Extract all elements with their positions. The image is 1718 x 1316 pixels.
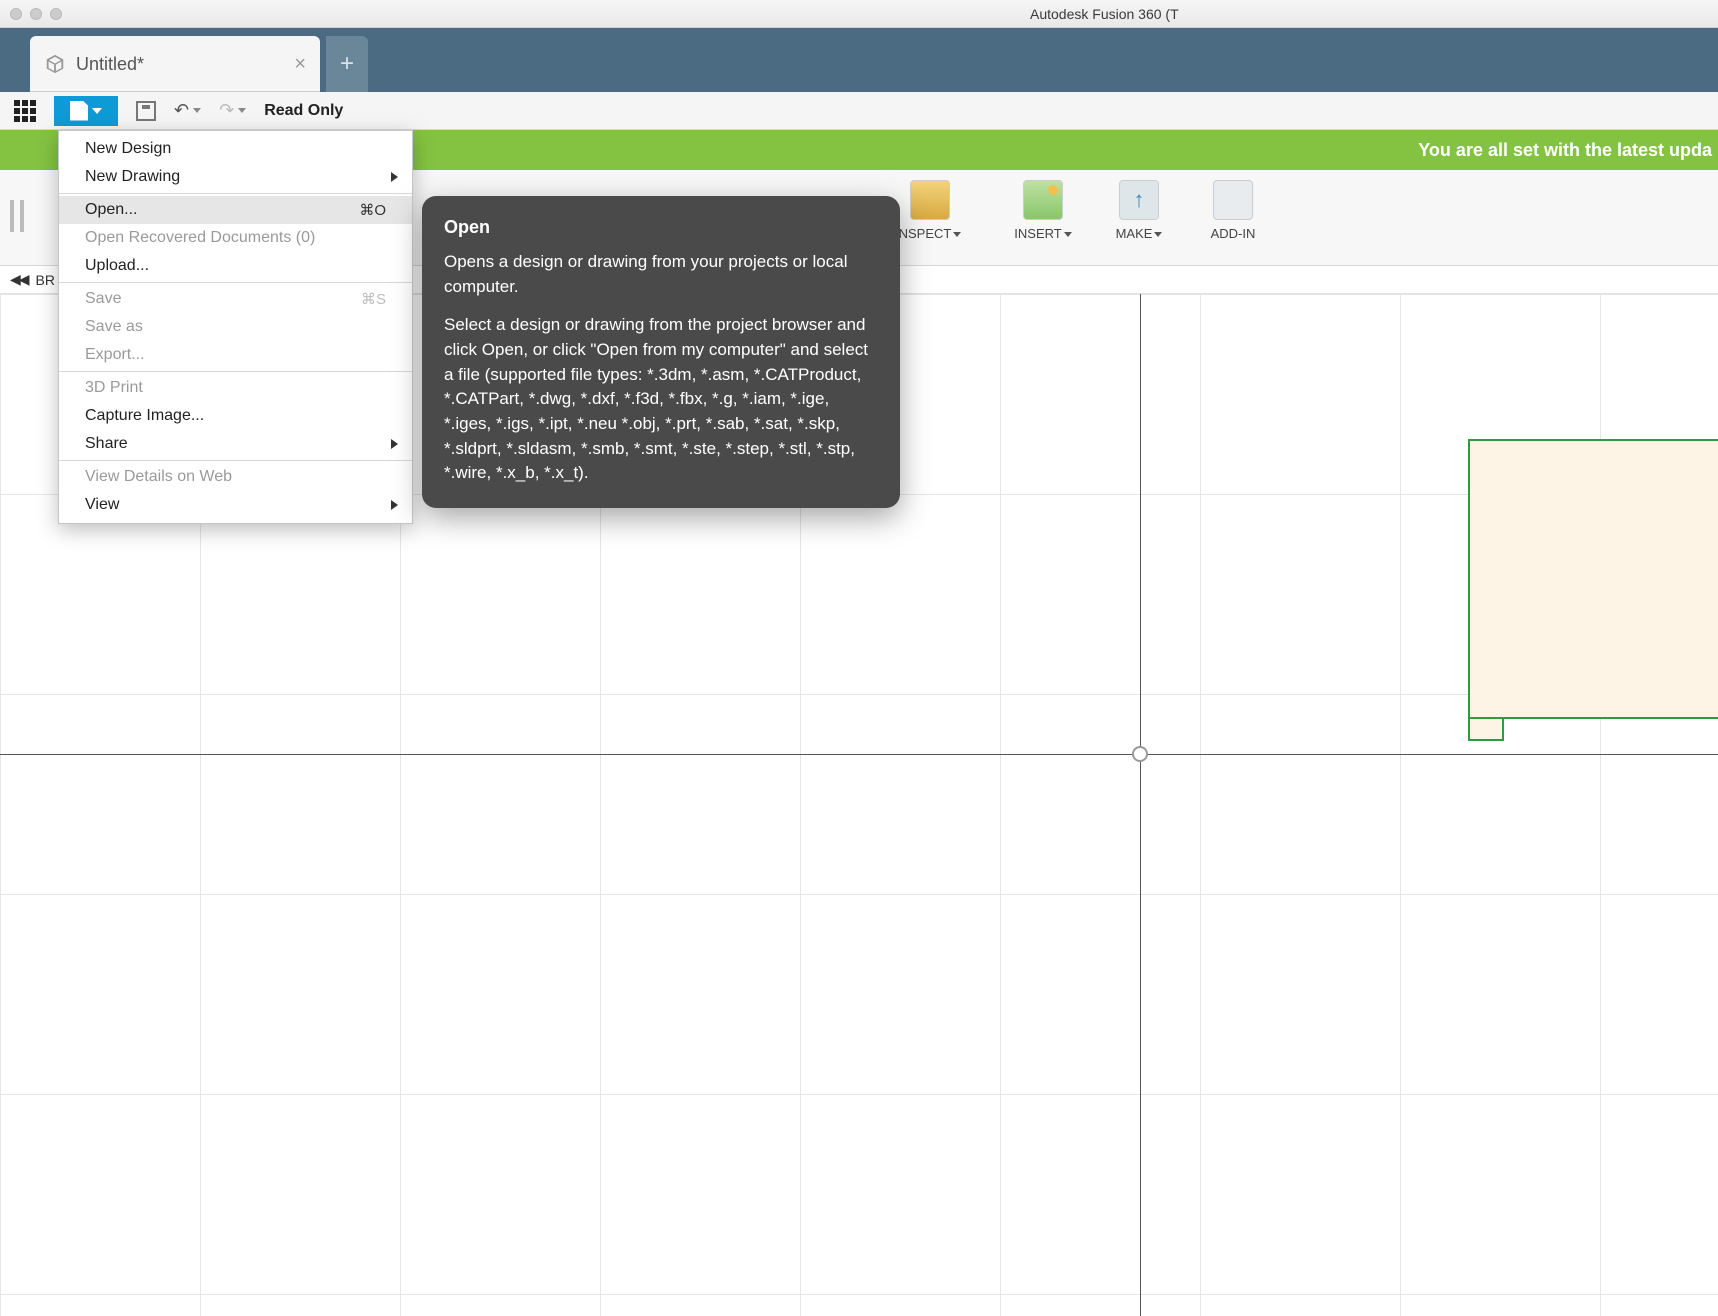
document-tab-strip: Untitled* × + bbox=[0, 28, 1718, 92]
menu-label: New Drawing bbox=[85, 168, 180, 186]
menu-label: Share bbox=[85, 435, 128, 453]
tooltip-paragraph: Opens a design or drawing from your proj… bbox=[444, 250, 878, 299]
menu-label: Upload... bbox=[85, 257, 149, 275]
chevron-down-icon bbox=[238, 108, 246, 113]
menu-label: View Details on Web bbox=[85, 468, 232, 486]
file-menu: New Design New Drawing Open... ⌘O Open Re… bbox=[58, 130, 413, 524]
ribbon-label: INSERT bbox=[1014, 226, 1061, 241]
chevron-down-icon bbox=[92, 108, 102, 114]
window-controls[interactable] bbox=[10, 8, 62, 20]
document-tab[interactable]: Untitled* × bbox=[30, 36, 320, 92]
maximize-window-icon[interactable] bbox=[50, 8, 62, 20]
menu-label: 3D Print bbox=[85, 379, 143, 397]
menu-shortcut: ⌘S bbox=[361, 290, 386, 308]
ribbon-label: ADD-IN bbox=[1211, 226, 1256, 241]
menu-open[interactable]: Open... ⌘O bbox=[59, 196, 412, 224]
menu-save-as: Save as bbox=[59, 313, 412, 341]
tooltip-title: Open bbox=[444, 214, 878, 240]
ribbon-label: NSPECT bbox=[899, 226, 952, 241]
menu-label: New Design bbox=[85, 140, 171, 158]
quick-access-toolbar: ↶ ↷ Read Only bbox=[0, 92, 1718, 130]
submenu-arrow-icon bbox=[391, 439, 398, 449]
menu-share[interactable]: Share bbox=[59, 430, 412, 458]
chevron-down-icon bbox=[193, 108, 201, 113]
menu-label: Open... bbox=[85, 201, 137, 219]
addins-icon bbox=[1213, 180, 1253, 220]
ribbon-label: MAKE bbox=[1116, 226, 1153, 241]
file-icon bbox=[70, 101, 88, 121]
document-tab-label: Untitled* bbox=[76, 54, 294, 75]
menu-new-drawing[interactable]: New Drawing bbox=[59, 163, 412, 191]
chevron-down-icon bbox=[1064, 232, 1072, 237]
menu-export: Export... bbox=[59, 341, 412, 369]
new-tab-button[interactable]: + bbox=[326, 36, 368, 92]
menu-label: View bbox=[85, 496, 119, 514]
file-menu-button[interactable] bbox=[54, 96, 118, 126]
sketch-profile[interactable] bbox=[1468, 439, 1718, 759]
submenu-arrow-icon bbox=[391, 172, 398, 182]
menu-label: Export... bbox=[85, 346, 145, 364]
menu-label: Capture Image... bbox=[85, 407, 204, 425]
submenu-arrow-icon bbox=[391, 500, 398, 510]
close-tab-icon[interactable]: × bbox=[294, 53, 306, 76]
menu-label: Save bbox=[85, 290, 121, 308]
redo-button[interactable]: ↷ bbox=[219, 100, 246, 121]
ribbon-addins[interactable]: ADD-IN bbox=[1188, 170, 1278, 266]
cube-icon bbox=[44, 53, 66, 75]
tooltip-paragraph: Select a design or drawing from the proj… bbox=[444, 313, 878, 485]
make-icon bbox=[1119, 180, 1159, 220]
chevron-down-icon bbox=[1154, 232, 1162, 237]
menu-3d-print: 3D Print bbox=[59, 374, 412, 402]
ribbon-insert[interactable]: INSERT bbox=[998, 170, 1088, 266]
menu-capture-image[interactable]: Capture Image... bbox=[59, 402, 412, 430]
tooltip-open: Open Opens a design or drawing from your… bbox=[422, 196, 900, 508]
insert-icon bbox=[1023, 180, 1063, 220]
menu-upload[interactable]: Upload... bbox=[59, 252, 412, 280]
close-window-icon[interactable] bbox=[10, 8, 22, 20]
menu-shortcut: ⌘O bbox=[359, 201, 386, 219]
window-title: Autodesk Fusion 360 (T bbox=[1030, 6, 1179, 22]
origin-marker[interactable] bbox=[1132, 746, 1148, 762]
menu-view-details-web: View Details on Web bbox=[59, 463, 412, 491]
menu-view[interactable]: View bbox=[59, 491, 412, 519]
save-button[interactable] bbox=[136, 101, 156, 121]
menu-label: Open Recovered Documents (0) bbox=[85, 229, 315, 247]
rewind-icon[interactable]: ◀◀ bbox=[10, 271, 28, 288]
y-axis bbox=[1140, 294, 1141, 1316]
menu-new-design[interactable]: New Design bbox=[59, 135, 412, 163]
undo-button[interactable]: ↶ bbox=[174, 100, 201, 121]
banner-text: You are all set with the latest upda bbox=[1418, 140, 1712, 161]
ribbon-make[interactable]: MAKE bbox=[1094, 170, 1184, 266]
titlebar: Autodesk Fusion 360 (T bbox=[0, 0, 1718, 28]
data-panel-button[interactable] bbox=[14, 100, 36, 122]
menu-open-recovered: Open Recovered Documents (0) bbox=[59, 224, 412, 252]
inspect-icon bbox=[910, 180, 950, 220]
chevron-down-icon bbox=[953, 232, 961, 237]
minimize-window-icon[interactable] bbox=[30, 8, 42, 20]
menu-save: Save ⌘S bbox=[59, 285, 412, 313]
ribbon-grip[interactable] bbox=[10, 200, 24, 232]
menu-label: Save as bbox=[85, 318, 143, 336]
breadcrumb-label: BR bbox=[36, 272, 55, 288]
read-only-label: Read Only bbox=[264, 102, 343, 120]
x-axis bbox=[0, 754, 1718, 755]
